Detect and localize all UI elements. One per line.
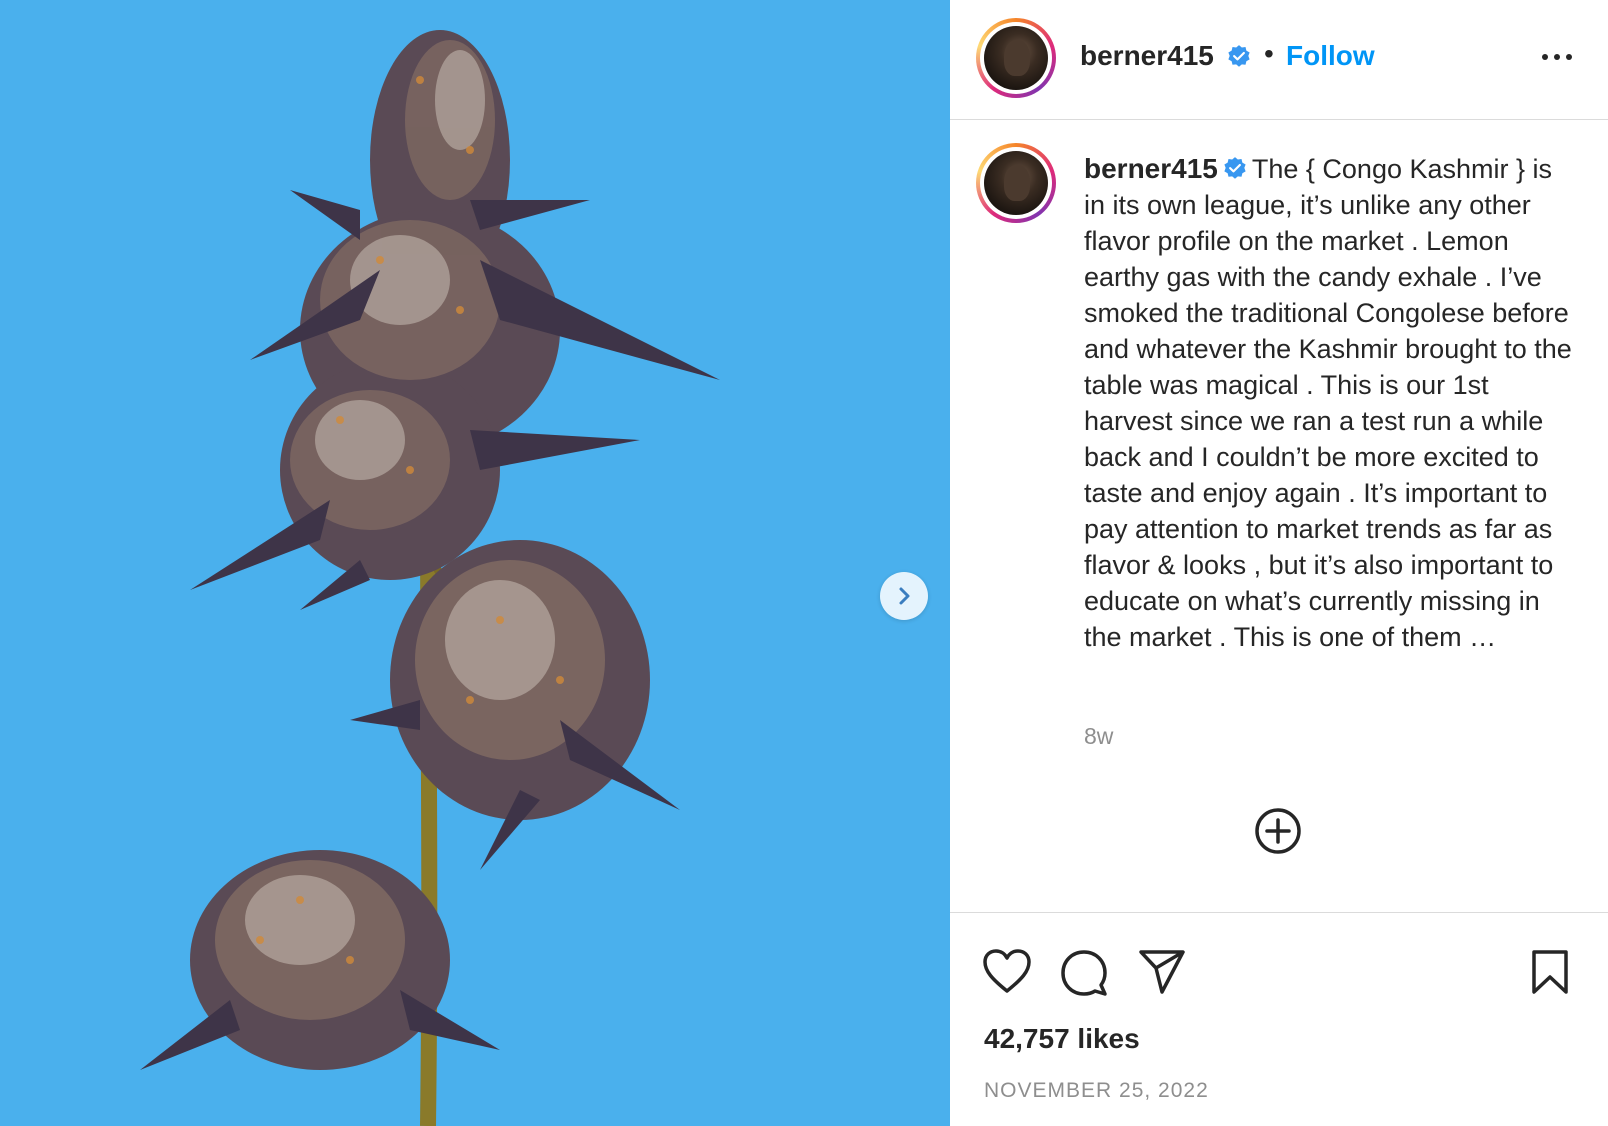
post-side-panel: berner415 • Follow berner415 The { Congo…: [950, 0, 1608, 1126]
caption-avatar[interactable]: [976, 143, 1056, 223]
comment-icon[interactable]: [1060, 949, 1108, 997]
more-options-icon[interactable]: [1540, 40, 1574, 74]
post-timestamp[interactable]: 8w: [1084, 723, 1113, 750]
heart-icon[interactable]: [982, 949, 1032, 995]
avatar[interactable]: [976, 18, 1056, 98]
cannabis-plant-photo: [140, 30, 720, 1126]
likes-count[interactable]: 42,757 likes: [984, 1023, 1140, 1055]
caption-text: The { Congo Kashmir } is in its own leag…: [1084, 154, 1572, 652]
follow-button[interactable]: Follow: [1286, 40, 1375, 72]
caption-section: berner415 The { Congo Kashmir } is in it…: [950, 121, 1608, 911]
header-username[interactable]: berner415: [1080, 40, 1214, 72]
post-actions: 42,757 likes NOVEMBER 25, 2022: [950, 912, 1608, 1126]
caption: berner415 The { Congo Kashmir } is in it…: [1084, 151, 1574, 655]
post-date: NOVEMBER 25, 2022: [984, 1079, 1209, 1102]
bookmark-icon[interactable]: [1530, 949, 1570, 995]
caption-username[interactable]: berner415: [1084, 153, 1218, 184]
plus-circle-icon[interactable]: [1254, 807, 1302, 855]
separator-dot: •: [1264, 38, 1274, 69]
verified-badge-icon: [1228, 45, 1250, 67]
share-icon[interactable]: [1138, 949, 1186, 995]
next-media-button[interactable]: [880, 572, 928, 620]
verified-badge-icon: [1224, 156, 1246, 179]
chevron-right-icon: [899, 587, 910, 605]
post-media[interactable]: [0, 0, 950, 1126]
post-header: berner415 • Follow: [950, 0, 1608, 120]
